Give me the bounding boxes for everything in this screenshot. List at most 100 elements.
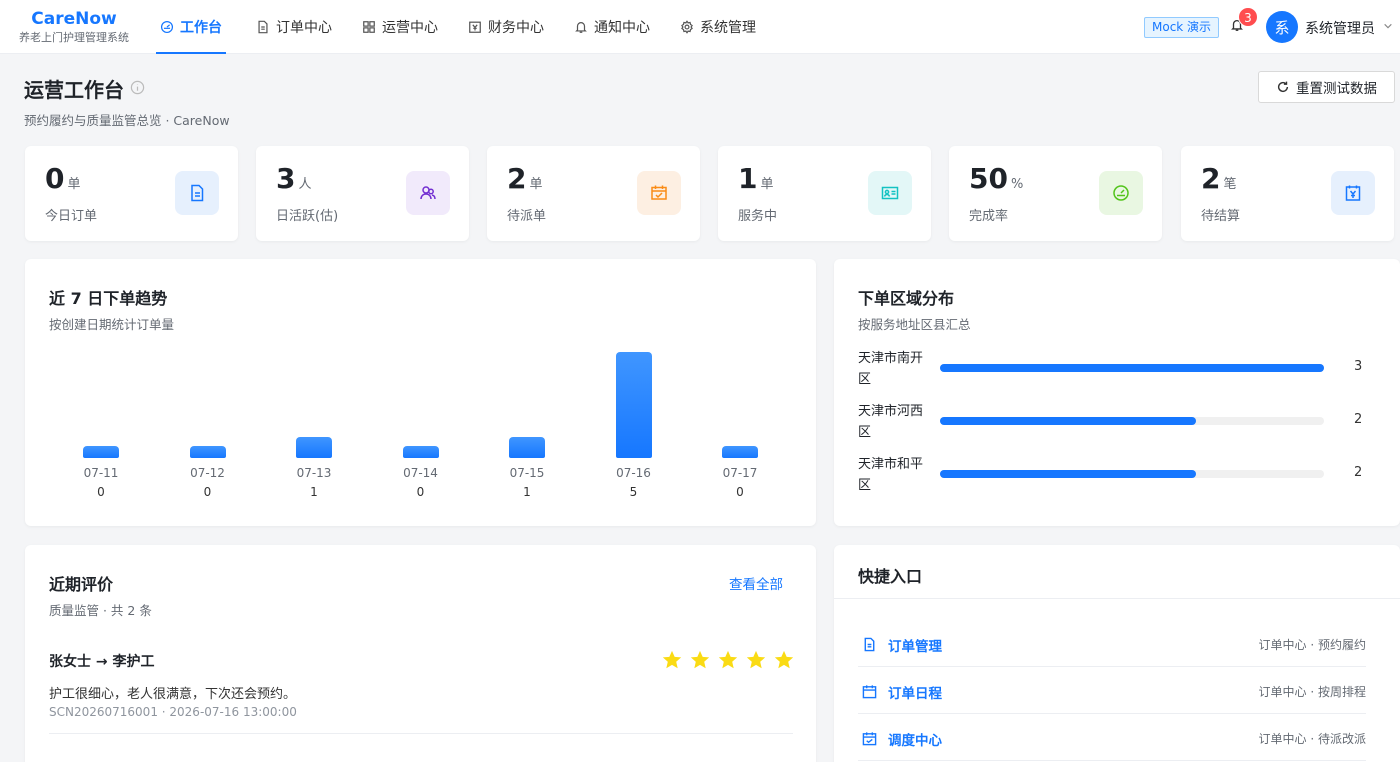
chart-bar[interactable]	[615, 352, 652, 458]
id-card-icon	[868, 171, 912, 215]
reset-test-data-button[interactable]: 重置测试数据	[1258, 71, 1395, 103]
region-progress-fill	[940, 417, 1196, 425]
stat-label: 待结算	[1201, 209, 1241, 224]
nav-tab-operations[interactable]: 运营中心	[348, 0, 452, 54]
chart-x-label: 07-13	[296, 466, 332, 480]
nav-tab-dashboard[interactable]: 工作台	[146, 0, 236, 54]
divider	[834, 598, 1400, 599]
chart-value-label: 1	[523, 485, 531, 499]
bell-icon	[575, 22, 587, 33]
chart-bar[interactable]	[722, 446, 758, 458]
info-icon[interactable]	[130, 80, 145, 95]
view-all-link[interactable]: 查看全部	[729, 573, 783, 593]
top-navbar: CareNow 养老上门护理管理系统 工作台 订单中心 运营中心 财务中心 通知…	[0, 0, 1400, 54]
chart-x-label: 07-17	[722, 466, 758, 480]
region-count: 2	[1354, 465, 1363, 480]
chart-value-label: 1	[310, 485, 318, 499]
region-progress-bar	[940, 364, 1324, 372]
reset-button-label: 重置测试数据	[1296, 81, 1377, 97]
users-icon	[406, 171, 450, 215]
stat-card-daily-active: 3人 日活跃(估)	[256, 146, 469, 241]
brand-name: CareNow	[31, 9, 117, 29]
recent-reviews-panel: 近期评价 质量监管 · 共 2 条 查看全部 张女士 → 李护工 护工很细心，老…	[25, 545, 816, 762]
quick-link-name: 调度中心	[888, 733, 942, 749]
region-name: 天津市和平区	[858, 457, 924, 493]
region-name: 天津市南开区	[858, 351, 924, 387]
panel-subtitle: 质量监管 · 共 2 条	[49, 603, 152, 618]
document-icon	[862, 637, 877, 652]
stat-value: 2笔	[1201, 162, 1237, 195]
avatar[interactable]: 系	[1266, 11, 1298, 43]
chart-value-label: 0	[416, 485, 425, 499]
nav-tab-notifications[interactable]: 通知中心	[560, 0, 664, 54]
page-title: 运营工作台	[24, 78, 124, 102]
stat-value: 0单	[45, 162, 81, 195]
review-title: 张女士 → 李护工	[49, 654, 155, 670]
review-meta: SCN20260716001 · 2026-07-16 13:00:00	[49, 705, 297, 719]
quick-link-desc: 订单中心 · 按周排程	[1258, 685, 1366, 699]
chart-value-label: 0	[203, 485, 212, 499]
stat-label: 日活跃(估)	[276, 209, 339, 224]
chart-bar[interactable]	[509, 436, 545, 458]
gear-icon	[681, 20, 693, 34]
stat-label: 完成率	[969, 209, 1009, 224]
finance-icon	[469, 21, 481, 33]
chart-x-label: 07-16	[616, 466, 651, 480]
quick-link-name: 订单日程	[888, 686, 942, 702]
quick-link-order-schedule[interactable]: 订单日程 订单中心 · 按周排程	[858, 667, 1366, 714]
quick-link-name: 订单管理	[888, 639, 942, 655]
nav-tab-label: 通知中心	[594, 20, 650, 36]
stat-card-in-service: 1单 服务中	[718, 146, 931, 241]
refresh-icon	[1277, 81, 1289, 93]
chart-bar[interactable]	[402, 446, 439, 458]
stat-label: 待派单	[507, 209, 547, 224]
nav-tab-finance[interactable]: 财务中心	[454, 0, 558, 54]
nav-tab-orders[interactable]: 订单中心	[242, 0, 346, 54]
quick-link-desc: 订单中心 · 预约履约	[1258, 638, 1366, 652]
grid-icon	[363, 21, 375, 33]
quick-link-dispatch-center[interactable]: 调度中心 订单中心 · 待派改派	[858, 714, 1366, 761]
region-progress-bar	[940, 417, 1324, 425]
chart-value-label: 5	[629, 485, 638, 499]
panel-title: 快捷入口	[858, 567, 923, 586]
star-icon	[746, 650, 766, 669]
page-subtitle: 预约履约与质量监管总览 · CareNow	[24, 113, 230, 128]
chart-bar[interactable]	[296, 436, 332, 458]
stat-value: 2单	[507, 162, 543, 195]
chart-bar[interactable]	[189, 446, 226, 458]
star-icon	[662, 650, 682, 669]
stat-value: 1单	[738, 162, 774, 195]
stat-card-completion-rate: 50% 完成率	[949, 146, 1162, 241]
quick-link-order-management[interactable]: 订单管理 订单中心 · 预约履约	[858, 620, 1366, 667]
dashboard-icon	[160, 20, 174, 34]
stat-value: 50%	[969, 162, 1024, 195]
brand-logo[interactable]: CareNow 养老上门护理管理系统	[14, 9, 134, 46]
document-icon	[258, 20, 268, 34]
document-icon	[175, 171, 219, 215]
nav-tab-label: 工作台	[180, 20, 222, 36]
nav-tab-system[interactable]: 系统管理	[666, 0, 770, 54]
panel-subtitle: 按服务地址区县汇总	[858, 317, 971, 332]
region-count: 3	[1354, 359, 1363, 374]
main-nav: 工作台 订单中心 运营中心 财务中心 通知中心 系统管理	[146, 0, 770, 54]
nav-tab-label: 订单中心	[276, 20, 332, 36]
rating-stars	[661, 649, 795, 671]
quick-link-desc: 订单中心 · 待派改派	[1258, 732, 1366, 746]
stat-card-pending-dispatch: 2单 待派单	[487, 146, 700, 241]
mock-demo-tag: Mock 演示	[1144, 17, 1220, 38]
dispatch-icon	[862, 731, 877, 746]
stat-label: 今日订单	[45, 209, 98, 224]
nav-tab-label: 财务中心	[488, 20, 544, 36]
star-icon	[690, 650, 710, 669]
calendar-icon	[862, 684, 877, 699]
username[interactable]: 系统管理员	[1305, 18, 1375, 38]
gauge-icon	[1099, 171, 1143, 215]
chart-x-label: 07-11	[83, 466, 119, 480]
chevron-down-icon[interactable]	[1383, 20, 1395, 32]
region-count: 2	[1354, 412, 1363, 427]
nav-tab-label: 系统管理	[700, 20, 756, 36]
chart-bar[interactable]	[83, 446, 119, 458]
stat-card-pending-settlement: 2笔 待结算	[1181, 146, 1394, 241]
yen-calendar-icon	[1331, 171, 1375, 215]
region-progress-fill	[940, 470, 1196, 478]
